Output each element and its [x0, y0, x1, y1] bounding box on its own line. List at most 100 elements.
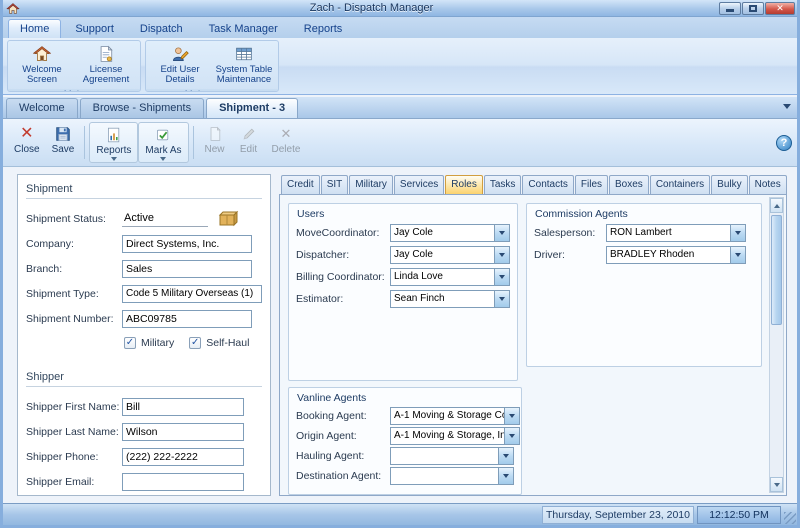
tab-bulky[interactable]: Bulky — [711, 175, 747, 194]
tab-roles[interactable]: Roles — [445, 175, 483, 194]
tab-services[interactable]: Services — [394, 175, 444, 194]
company-input[interactable] — [122, 235, 252, 253]
ribbon-group-main: Welcome Screen License Agreement Main — [7, 40, 141, 92]
mark-as-button[interactable]: Mark As — [138, 122, 188, 163]
origin-agent-combobox[interactable]: A-1 Moving & Storage, Inc. — [390, 427, 520, 445]
system-table-maintenance-button[interactable]: System Table Maintenance — [213, 43, 275, 87]
tab-sit[interactable]: SIT — [321, 175, 349, 194]
close-button[interactable]: ✕ Close — [8, 122, 46, 163]
tab-credit[interactable]: Credit — [281, 175, 320, 194]
field-label: Shipment Status: — [26, 213, 122, 225]
dropdown-button[interactable] — [730, 247, 745, 263]
tab-tasks[interactable]: Tasks — [484, 175, 522, 194]
billing-coordinator-combobox[interactable]: Linda Love — [390, 268, 510, 286]
minimize-button[interactable] — [719, 2, 741, 15]
role-row-booking-agent: Booking Agent: A-1 Moving & Storage Co. — [289, 406, 521, 426]
shipper-last-name-input[interactable] — [122, 423, 244, 441]
tab-notes[interactable]: Notes — [749, 175, 787, 194]
groupbox-title: Commission Agents — [527, 204, 761, 222]
scroll-down-button[interactable] — [770, 477, 783, 492]
ribbon-tab-dispatch[interactable]: Dispatch — [128, 19, 195, 38]
shipper-phone-input[interactable] — [122, 448, 244, 466]
mark-as-icon — [153, 126, 173, 144]
resize-grip[interactable] — [784, 512, 796, 524]
dropdown-button[interactable] — [494, 225, 509, 241]
dropdown-button[interactable] — [504, 408, 519, 424]
salesperson-combobox[interactable]: RON Lambert — [606, 224, 746, 242]
maximize-icon — [749, 5, 757, 12]
button-label: Reports — [96, 145, 131, 156]
field-label: Estimator: — [296, 293, 390, 305]
dropdown-button[interactable] — [494, 247, 509, 263]
reports-button[interactable]: Reports — [89, 122, 138, 163]
driver-combobox[interactable]: BRADLEY Rhoden — [606, 246, 746, 264]
dropdown-button[interactable] — [498, 468, 513, 484]
tab-boxes[interactable]: Boxes — [609, 175, 649, 194]
role-row-billing-coordinator: Billing Coordinator: Linda Love — [289, 266, 517, 288]
field-row-shipper-email: Shipper Email: — [26, 469, 262, 494]
dropdown-button[interactable] — [494, 269, 509, 285]
welcome-screen-button[interactable]: Welcome Screen — [11, 43, 73, 87]
dropdown-button[interactable] — [498, 448, 513, 464]
scroll-up-button[interactable] — [770, 198, 783, 213]
vertical-scrollbar[interactable] — [769, 197, 784, 493]
scrollbar-thumb[interactable] — [771, 215, 782, 325]
combobox-value — [391, 468, 498, 484]
military-checkbox[interactable]: ✓ — [124, 337, 136, 349]
field-row-shipper-last-name: Shipper Last Name: — [26, 419, 262, 444]
save-button[interactable]: Save — [46, 122, 81, 163]
tab-contacts[interactable]: Contacts — [522, 175, 573, 194]
branch-input[interactable] — [122, 260, 252, 278]
edit-user-details-button[interactable]: Edit User Details — [149, 43, 211, 87]
hauling-agent-combobox[interactable] — [390, 447, 514, 465]
field-row-shipment-number: Shipment Number: — [26, 306, 262, 331]
move-coordinator-combobox[interactable]: Jay Cole — [390, 224, 510, 242]
estimator-combobox[interactable]: Sean Finch — [390, 290, 510, 308]
tab-list-dropdown[interactable] — [780, 99, 794, 113]
doc-tab-browse-shipments[interactable]: Browse - Shipments — [80, 98, 204, 118]
new-button[interactable]: New — [198, 122, 232, 163]
tab-files[interactable]: Files — [575, 175, 608, 194]
shipment-type-input[interactable] — [122, 285, 262, 303]
minimize-icon — [726, 9, 734, 12]
ribbon-tab-task-manager[interactable]: Task Manager — [197, 19, 290, 38]
shipper-first-name-input[interactable] — [122, 398, 244, 416]
dropdown-button[interactable] — [504, 428, 519, 444]
chevron-down-icon — [783, 104, 791, 109]
app-home-icon[interactable] — [6, 2, 20, 15]
destination-agent-combobox[interactable] — [390, 467, 514, 485]
doc-tab-shipment-3[interactable]: Shipment - 3 — [206, 98, 298, 118]
ribbon-tab-support[interactable]: Support — [63, 19, 126, 38]
chevron-down-icon — [735, 253, 741, 257]
field-label: Shipper Last Name: — [26, 426, 122, 438]
license-agreement-button[interactable]: License Agreement — [75, 43, 137, 87]
ribbon-tab-reports[interactable]: Reports — [292, 19, 355, 38]
button-label: Edit — [240, 144, 257, 155]
shipment-toolbar: ✕ Close Save Reports Mark As — [3, 119, 797, 167]
dialog-launcher-icon[interactable] — [267, 91, 276, 92]
shipper-email-input[interactable] — [122, 473, 244, 491]
dropdown-button[interactable] — [494, 291, 509, 307]
button-label: Edit User Details — [151, 65, 209, 85]
self-haul-checkbox[interactable]: ✓ — [189, 337, 201, 349]
dispatcher-combobox[interactable]: Jay Cole — [390, 246, 510, 264]
dropdown-button[interactable] — [730, 225, 745, 241]
tab-military[interactable]: Military — [349, 175, 393, 194]
button-label: Mark As — [145, 145, 181, 156]
tab-containers[interactable]: Containers — [650, 175, 710, 194]
chevron-down-icon — [509, 414, 515, 418]
help-button[interactable]: ? — [776, 135, 792, 151]
group-label-text: Maintenance — [185, 89, 239, 92]
shipment-number-input[interactable] — [122, 310, 252, 328]
doc-tab-welcome[interactable]: Welcome — [6, 98, 78, 118]
help-icon: ? — [781, 137, 788, 149]
booking-agent-combobox[interactable]: A-1 Moving & Storage Co. — [390, 407, 520, 425]
field-label: Shipper First Name: — [26, 401, 122, 413]
maximize-button[interactable] — [742, 2, 764, 15]
dialog-launcher-icon[interactable] — [129, 91, 138, 92]
delete-button[interactable]: ✕ Delete — [266, 122, 307, 163]
document-tab-bar: Welcome Browse - Shipments Shipment - 3 — [3, 97, 797, 119]
close-window-button[interactable]: ✕ — [765, 2, 795, 15]
ribbon-tab-home[interactable]: Home — [8, 19, 61, 38]
edit-button[interactable]: Edit — [232, 122, 266, 163]
